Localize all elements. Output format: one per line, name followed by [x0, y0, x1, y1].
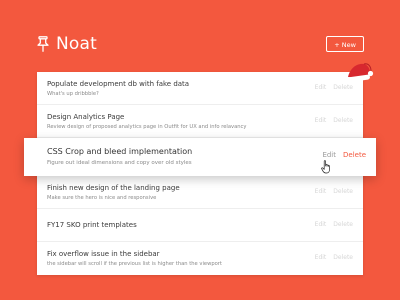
todo-title: FY17 SKO print templates	[47, 221, 137, 229]
todo-actions: Edit Delete	[315, 84, 353, 91]
edit-link[interactable]: Edit	[315, 188, 327, 195]
todo-item-active[interactable]: CSS Crop and bleed implementation Figure…	[24, 138, 376, 176]
todo-actions: Edit Delete	[315, 188, 353, 195]
todo-item[interactable]: Design Analytics Page Review design of p…	[37, 105, 363, 138]
delete-link[interactable]: Delete	[343, 151, 366, 159]
delete-link[interactable]: Delete	[333, 221, 353, 228]
hand-pointer-icon	[321, 160, 330, 174]
todo-description: Make sure the hero is nice and responsiv…	[47, 195, 157, 201]
app-header: Noat + New	[36, 34, 364, 58]
app-logo[interactable]: Noat	[36, 34, 97, 54]
todo-title: Fix overflow issue in the sidebar	[47, 250, 160, 258]
santa-hat-icon	[346, 63, 374, 83]
todo-item[interactable]: FY17 SKO print templates Edit Delete	[37, 209, 363, 242]
delete-link[interactable]: Delete	[333, 254, 353, 261]
todo-title: CSS Crop and bleed implementation	[47, 147, 193, 156]
edit-link[interactable]: Edit	[315, 254, 327, 261]
todo-item[interactable]: Finish new design of the landing page Ma…	[37, 176, 363, 209]
new-todo-button[interactable]: + New	[326, 36, 364, 52]
pushpin-icon	[37, 36, 49, 52]
edit-link[interactable]: Edit	[322, 151, 336, 159]
todo-actions: Edit Delete	[322, 151, 366, 159]
edit-link[interactable]: Edit	[315, 221, 327, 228]
todo-item[interactable]: Fix overflow issue in the sidebar the si…	[37, 242, 363, 275]
todo-list: Populate development db with fake data W…	[24, 72, 376, 275]
todo-description: Figure out ideal dimensions and copy ove…	[47, 160, 192, 166]
delete-link[interactable]: Delete	[333, 188, 353, 195]
todo-description: Review design of proposed analytics page…	[47, 124, 247, 130]
edit-link[interactable]: Edit	[315, 84, 327, 91]
todo-actions: Edit Delete	[315, 221, 353, 228]
todo-actions: Edit Delete	[315, 117, 353, 124]
edit-link[interactable]: Edit	[315, 117, 327, 124]
todo-title: Populate development db with fake data	[47, 80, 190, 88]
todo-title: Finish new design of the landing page	[47, 184, 180, 192]
delete-link[interactable]: Delete	[333, 117, 353, 124]
todo-description: the sidebar will scroll if the previous …	[47, 261, 222, 267]
todo-title: Design Analytics Page	[47, 113, 125, 121]
todo-description: What's up dribbble?	[47, 91, 99, 97]
todo-item[interactable]: Populate development db with fake data W…	[37, 72, 363, 105]
todo-actions: Edit Delete	[315, 254, 353, 261]
app-title: Noat	[56, 34, 98, 54]
delete-link[interactable]: Delete	[333, 84, 353, 91]
